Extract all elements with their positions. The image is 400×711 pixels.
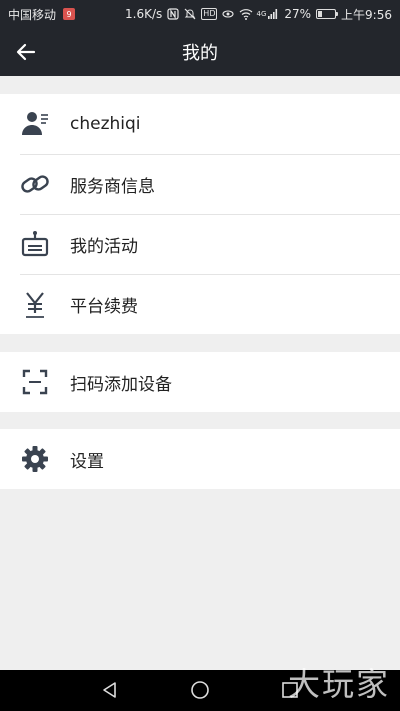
menu-item-label: 我的活动 <box>70 236 138 257</box>
nfc-icon <box>167 8 179 20</box>
menu-item-label: 扫码添加设备 <box>70 374 172 395</box>
app-bar: 我的 <box>0 28 400 76</box>
link-icon <box>20 169 50 199</box>
menu-item-scan-add-device[interactable]: 扫码添加设备 <box>0 352 400 412</box>
carrier-badge: 9 <box>63 8 76 20</box>
menu-item-label: chezhiqi <box>70 114 141 134</box>
back-triangle-icon <box>103 682 116 698</box>
home-circle-icon <box>191 681 209 699</box>
battery-icon <box>316 9 339 19</box>
menu-item-settings[interactable]: 设置 <box>0 429 400 489</box>
status-right: 1.6K/s HD 4G 27% 上午9:56 <box>125 6 392 23</box>
clock: 上午9:56 <box>341 7 392 22</box>
network-speed: 1.6K/s <box>125 7 163 21</box>
scan-icon <box>20 367 50 397</box>
arrow-left-icon <box>16 43 36 61</box>
status-left: 中国移动 9 <box>8 6 76 23</box>
menu-item-provider-info[interactable]: 服务商信息 <box>0 154 400 214</box>
menu-item-username[interactable]: chezhiqi <box>0 94 400 154</box>
status-bar: 中国移动 9 1.6K/s HD 4G 27% 上午9:56 <box>0 0 400 28</box>
nav-home-button[interactable] <box>188 678 212 702</box>
yen-icon <box>20 289 50 319</box>
hd-badge: HD <box>201 8 218 20</box>
watermark-text: 大玩家 <box>287 665 390 703</box>
page-title: 我的 <box>182 43 218 64</box>
menu-item-label: 设置 <box>70 451 104 472</box>
battery-percent: 27% <box>284 7 312 21</box>
menu-group-account: chezhiqi 服务商信息 我的活动 平台续费 <box>0 94 400 334</box>
menu-item-label: 服务商信息 <box>70 176 155 197</box>
nav-back-button[interactable] <box>98 678 122 702</box>
menu-group-device: 扫码添加设备 <box>0 352 400 412</box>
menu-item-label: 平台续费 <box>70 296 138 317</box>
user-profile-icon <box>20 109 50 139</box>
back-button[interactable] <box>14 40 38 64</box>
carrier-name: 中国移动 <box>8 7 57 22</box>
activity-icon <box>20 229 50 259</box>
mute-icon <box>184 8 196 20</box>
eye-icon <box>222 8 235 20</box>
wifi-icon <box>239 8 253 20</box>
signal-icon <box>267 8 279 20</box>
network-type-badge: 4G <box>256 9 267 18</box>
menu-item-my-activities[interactable]: 我的活动 <box>0 214 400 274</box>
battery-fill <box>318 11 323 17</box>
menu-item-platform-renewal[interactable]: 平台续费 <box>0 274 400 334</box>
menu-group-settings: 设置 <box>0 429 400 489</box>
gear-icon <box>20 444 50 474</box>
